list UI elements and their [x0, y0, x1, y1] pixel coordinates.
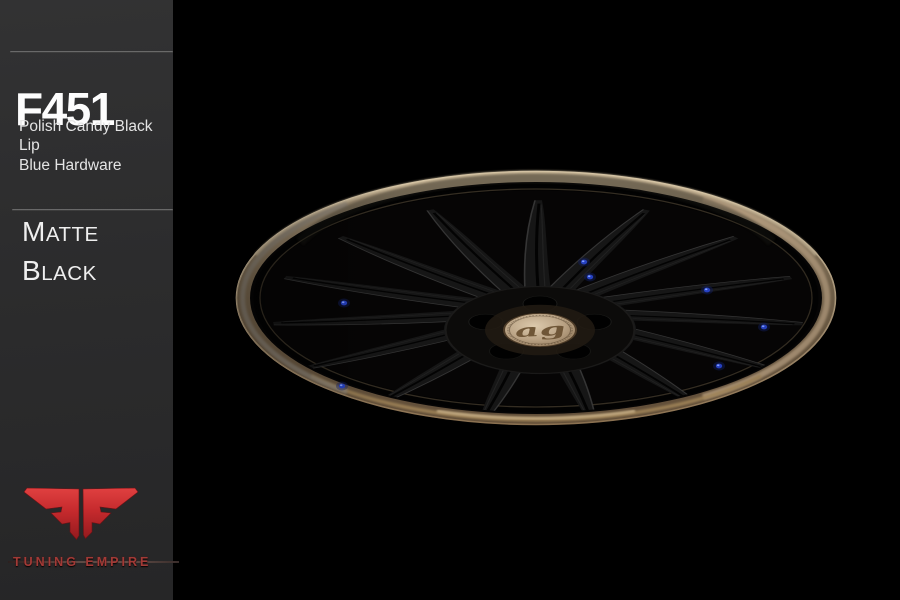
center-cap-logo-text: ag	[512, 318, 568, 341]
brand-name: TUNING EMPIRE	[13, 555, 151, 569]
wheel-hub: ag	[445, 286, 635, 373]
wheel-photo: ag	[0, 0, 900, 600]
center-cap: ag	[504, 313, 576, 346]
product-banner: F451 Polish Candy Black Lip Blue Hardwar…	[0, 0, 900, 600]
